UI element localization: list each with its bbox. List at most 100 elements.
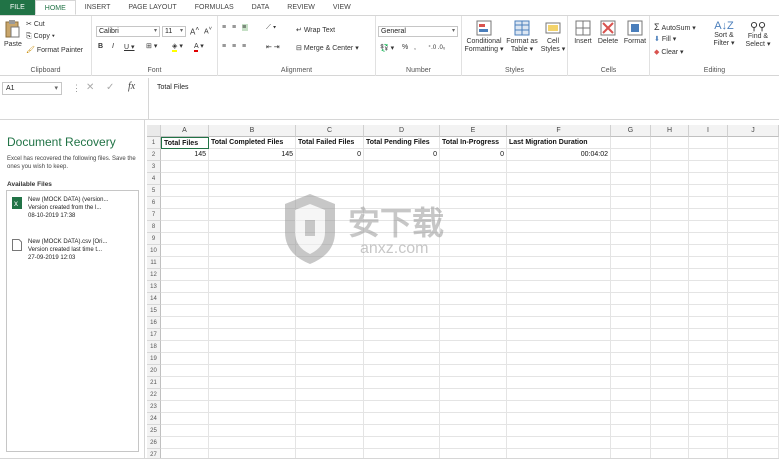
currency-button[interactable]: 💱 ▾ [380,44,394,52]
empty-cell[interactable] [611,317,651,329]
row-header[interactable]: 5 [147,185,161,197]
empty-cell[interactable] [728,185,779,197]
empty-cell[interactable] [728,161,779,173]
empty-cell[interactable] [440,257,507,269]
borders-button[interactable]: ⊞ ▾ [146,42,157,50]
empty-cell[interactable] [440,305,507,317]
row-header[interactable]: 18 [147,341,161,353]
empty-cell[interactable] [161,293,209,305]
empty-cell[interactable] [611,233,651,245]
empty-cell[interactable] [689,281,728,293]
delete-cells-button[interactable]: Delete [596,20,620,45]
empty-cell[interactable] [440,317,507,329]
row-header[interactable]: 26 [147,437,161,449]
empty-cell[interactable] [728,425,779,437]
merge-center-button[interactable]: ⊟ Merge & Center ▾ [296,44,359,52]
empty-cell[interactable] [651,377,689,389]
empty-cell[interactable] [364,269,440,281]
empty-cell[interactable] [651,425,689,437]
empty-cell[interactable] [728,245,779,257]
empty-cell[interactable] [296,233,364,245]
tab-file[interactable]: FILE [0,0,35,15]
tab-page-layout[interactable]: PAGE LAYOUT [119,0,185,15]
row-header[interactable]: 3 [147,161,161,173]
empty-cell[interactable] [364,293,440,305]
empty-cell[interactable] [611,137,651,149]
empty-cell[interactable] [440,341,507,353]
cell-a2[interactable]: 145 [161,149,209,161]
empty-cell[interactable] [651,161,689,173]
empty-cell[interactable] [689,137,728,149]
empty-cell[interactable] [507,377,611,389]
empty-cell[interactable] [161,377,209,389]
decimal-buttons[interactable]: ⁺.0 .0₀ [428,44,445,51]
row-header[interactable]: 11 [147,257,161,269]
row-header[interactable]: 16 [147,317,161,329]
conditional-formatting-button[interactable]: Conditional Formatting ▾ [464,20,504,53]
empty-cell[interactable] [728,401,779,413]
empty-cell[interactable] [728,173,779,185]
empty-cell[interactable] [728,269,779,281]
empty-cell[interactable] [651,353,689,365]
fill-button[interactable]: ⬇ Fill ▾ [654,35,676,43]
empty-cell[interactable] [209,269,296,281]
empty-cell[interactable] [651,197,689,209]
cell-c2[interactable]: 0 [296,149,364,161]
empty-cell[interactable] [364,437,440,449]
empty-cell[interactable] [507,257,611,269]
empty-cell[interactable] [161,281,209,293]
empty-cell[interactable] [440,401,507,413]
copy-button[interactable]: ⎘ Copy ▾ [26,33,55,41]
empty-cell[interactable] [209,185,296,197]
empty-cell[interactable] [507,281,611,293]
empty-cell[interactable] [611,353,651,365]
cancel-entry-button[interactable]: ✕ [86,82,94,93]
tab-view[interactable]: VIEW [324,0,360,15]
empty-cell[interactable] [689,233,728,245]
empty-cell[interactable] [651,269,689,281]
empty-cell[interactable] [440,197,507,209]
cell-e2[interactable]: 0 [440,149,507,161]
confirm-entry-button[interactable]: ✓ [106,82,114,93]
empty-cell[interactable] [440,365,507,377]
cell-b1[interactable]: Total Completed Files [209,137,296,149]
empty-cell[interactable] [689,173,728,185]
empty-cell[interactable] [296,353,364,365]
empty-cell[interactable] [611,245,651,257]
empty-cell[interactable] [364,197,440,209]
empty-cell[interactable] [296,425,364,437]
empty-cell[interactable] [161,353,209,365]
column-header-f[interactable]: F [507,125,611,137]
empty-cell[interactable] [209,317,296,329]
empty-cell[interactable] [364,341,440,353]
row-header[interactable]: 14 [147,293,161,305]
column-header-d[interactable]: D [364,125,440,137]
empty-cell[interactable] [440,269,507,281]
empty-cell[interactable] [209,257,296,269]
empty-cell[interactable] [364,281,440,293]
empty-cell[interactable] [296,245,364,257]
empty-cell[interactable] [651,305,689,317]
empty-cell[interactable] [507,161,611,173]
empty-cell[interactable] [507,185,611,197]
tab-home[interactable]: HOME [34,0,76,15]
empty-cell[interactable] [611,269,651,281]
empty-cell[interactable] [728,209,779,221]
format-as-table-button[interactable]: Format as Table ▾ [506,20,538,53]
empty-cell[interactable] [161,341,209,353]
empty-cell[interactable] [728,149,779,161]
empty-cell[interactable] [364,257,440,269]
empty-cell[interactable] [209,245,296,257]
empty-cell[interactable] [507,197,611,209]
empty-cell[interactable] [161,197,209,209]
empty-cell[interactable] [209,437,296,449]
empty-cell[interactable] [728,233,779,245]
empty-cell[interactable] [440,389,507,401]
empty-cell[interactable] [611,437,651,449]
column-header-j[interactable]: J [728,125,779,137]
empty-cell[interactable] [728,365,779,377]
empty-cell[interactable] [364,389,440,401]
empty-cell[interactable] [689,329,728,341]
empty-cell[interactable] [611,401,651,413]
empty-cell[interactable] [161,269,209,281]
